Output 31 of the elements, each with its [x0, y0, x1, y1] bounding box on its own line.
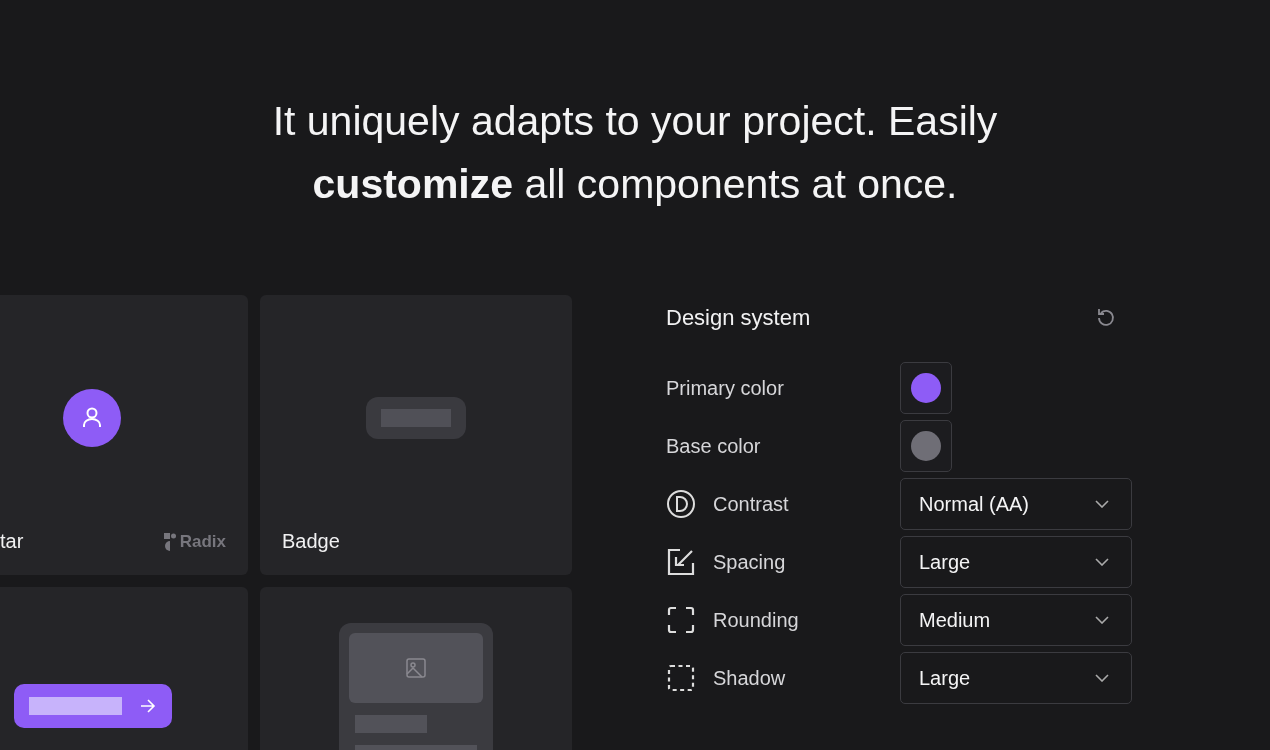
chevron-down-icon: [1095, 674, 1109, 682]
card-label: Badge: [282, 530, 340, 553]
contrast-icon: [666, 489, 696, 519]
setting-label: Contrast: [713, 492, 789, 516]
setting-label: Primary color: [666, 376, 784, 400]
dashed-square-icon: [666, 663, 696, 693]
setting-label: Rounding: [713, 608, 799, 632]
select-dropdown[interactable]: Medium: [900, 594, 1132, 646]
resize-icon: [666, 547, 696, 577]
setting-label: Spacing: [713, 550, 786, 574]
setting-label: Shadow: [713, 666, 786, 690]
headline: It uniquely adapts to your project. Easily customize all components at once.: [271, 97, 999, 209]
arrow-right-icon: [140, 699, 156, 713]
corners-icon: [666, 605, 696, 635]
color-swatch[interactable]: [900, 362, 952, 414]
card-label: tar: [0, 530, 24, 553]
color-swatch[interactable]: [900, 420, 952, 472]
setting-label: Base color: [666, 434, 761, 458]
chevron-down-icon: [1095, 616, 1109, 624]
panel-title: Design system: [666, 305, 811, 331]
brand-name: Radix: [179, 531, 226, 552]
image-icon: [406, 658, 426, 678]
avatar-icon: [63, 388, 121, 447]
demo-button[interactable]: [14, 684, 172, 728]
text-line-placeholder: [355, 715, 427, 733]
chevron-down-icon: [1095, 500, 1109, 508]
radix-logo-icon: [163, 532, 176, 551]
chevron-down-icon: [1095, 558, 1109, 566]
select-dropdown[interactable]: Large: [900, 536, 1132, 588]
select-dropdown[interactable]: Large: [900, 652, 1132, 704]
select-dropdown[interactable]: Normal (AA): [900, 478, 1132, 530]
